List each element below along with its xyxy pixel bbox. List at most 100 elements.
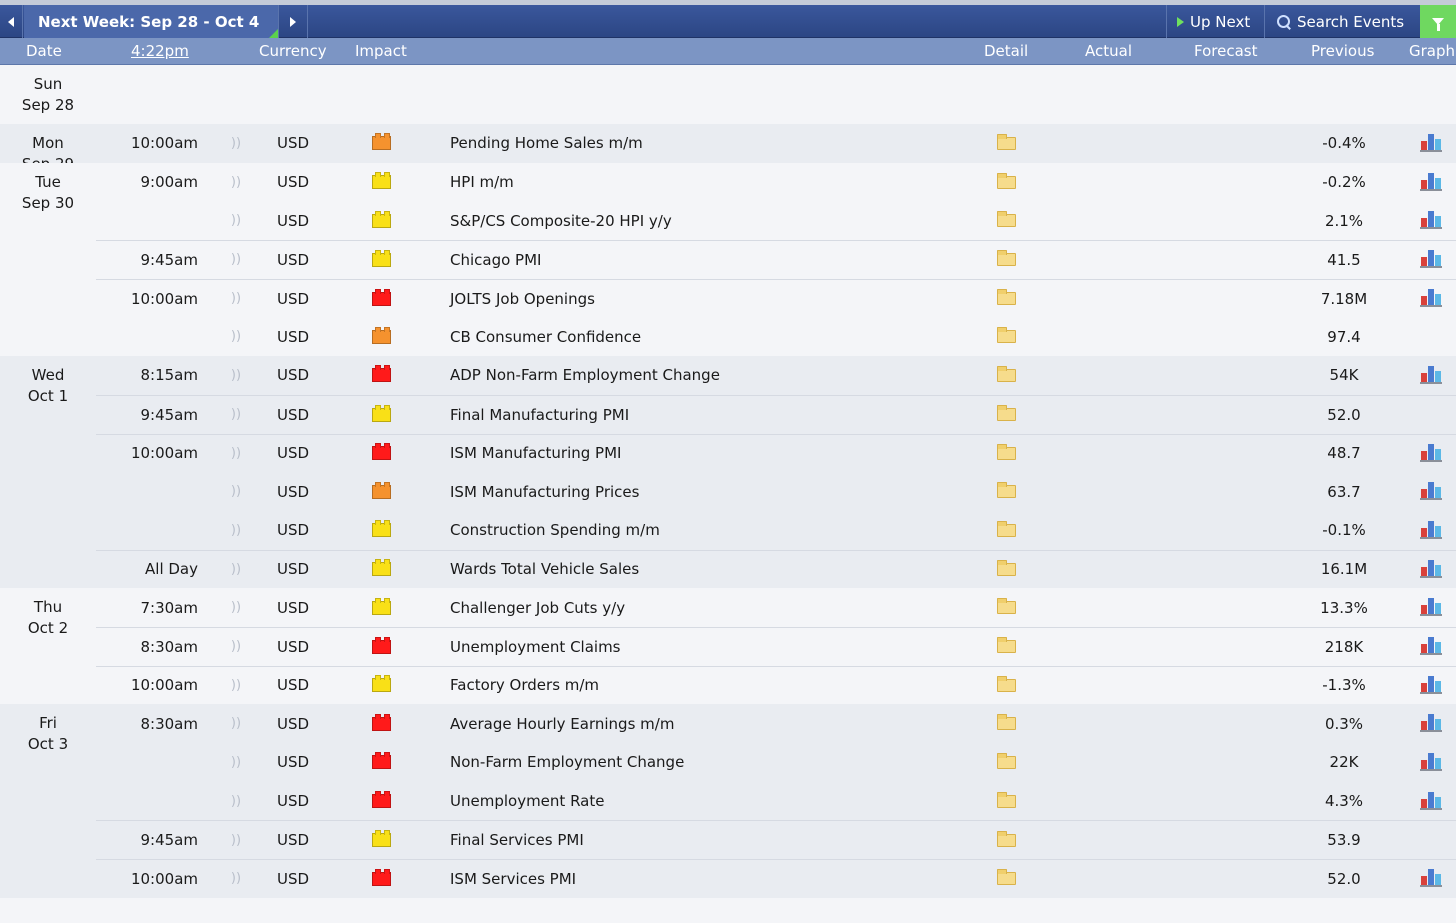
event-row[interactable]: 9:00am)) USD HPI m/m -0.2% (96, 163, 1456, 202)
graph-button[interactable] (1420, 704, 1442, 743)
event-name[interactable]: Average Hourly Earnings m/m (450, 704, 674, 743)
graph-button[interactable] (1420, 280, 1442, 318)
event-row[interactable]: All Day)) USD Wards Total Vehicle Sales 16.… (96, 549, 1456, 589)
graph-button[interactable] (1420, 241, 1442, 279)
detail-button[interactable] (995, 704, 1017, 743)
sound-alert-icon[interactable]: )) (229, 511, 243, 550)
detail-button[interactable] (995, 588, 1017, 627)
sound-alert-icon[interactable]: )) (229, 472, 243, 511)
event-row[interactable]: )) USD Unemployment Rate 4.3% (96, 782, 1456, 821)
previous-week-button[interactable] (0, 5, 23, 38)
sound-alert-icon[interactable]: )) (229, 860, 243, 898)
graph-button[interactable] (1420, 628, 1442, 666)
sound-alert-icon[interactable]: )) (229, 435, 243, 473)
event-row[interactable]: 10:00am)) USD ISM Services PMI 52.0 (96, 859, 1456, 898)
event-name[interactable]: Wards Total Vehicle Sales (450, 551, 639, 589)
sound-alert-icon[interactable]: )) (229, 356, 243, 395)
sound-alert-icon[interactable]: )) (229, 280, 243, 318)
detail-button[interactable] (995, 317, 1017, 356)
sound-alert-icon[interactable]: )) (229, 821, 243, 859)
event-name[interactable]: Unemployment Rate (450, 782, 604, 821)
sound-alert-icon[interactable]: )) (229, 704, 243, 743)
detail-button[interactable] (995, 163, 1017, 202)
search-events-button[interactable]: Search Events (1264, 5, 1420, 38)
event-row[interactable]: )) USD CB Consumer Confidence 97.4 (96, 317, 1456, 356)
event-name[interactable]: HPI m/m (450, 163, 514, 202)
event-row[interactable]: 10:00am)) USD Pending Home Sales m/m -0.4% (96, 124, 1456, 163)
detail-button[interactable] (995, 396, 1017, 434)
event-name[interactable]: ISM Services PMI (450, 860, 576, 898)
event-name[interactable]: Final Manufacturing PMI (450, 396, 629, 434)
event-name[interactable]: JOLTS Job Openings (450, 280, 595, 318)
sound-alert-icon[interactable]: )) (229, 743, 243, 782)
sound-alert-icon[interactable]: )) (229, 667, 243, 705)
sound-alert-icon[interactable]: )) (229, 628, 243, 666)
event-name[interactable]: Pending Home Sales m/m (450, 124, 643, 163)
detail-button[interactable] (995, 241, 1017, 279)
detail-button[interactable] (995, 201, 1017, 240)
detail-button[interactable] (995, 280, 1017, 318)
sound-alert-icon[interactable]: )) (229, 551, 243, 589)
detail-button[interactable] (995, 551, 1017, 589)
filter-button[interactable] (1420, 5, 1456, 38)
graph-button[interactable] (1420, 667, 1442, 705)
event-name[interactable]: Chicago PMI (450, 241, 541, 279)
event-name[interactable]: Construction Spending m/m (450, 511, 660, 550)
up-next-button[interactable]: Up Next (1166, 5, 1264, 38)
detail-button[interactable] (995, 472, 1017, 511)
event-row[interactable]: )) USD S&P/CS Composite-20 HPI y/y 2.1% (96, 201, 1456, 240)
header-current-time-link[interactable]: 4:22pm (131, 42, 189, 60)
graph-button[interactable] (1420, 588, 1442, 627)
sound-alert-icon[interactable]: )) (229, 241, 243, 279)
next-week-button[interactable] (278, 5, 308, 38)
sound-alert-icon[interactable]: )) (229, 588, 243, 627)
detail-button[interactable] (995, 821, 1017, 859)
detail-button[interactable] (995, 667, 1017, 705)
graph-button[interactable] (1420, 163, 1442, 202)
event-row[interactable]: 8:30am)) USD Unemployment Claims 218K (96, 626, 1456, 666)
event-row[interactable]: 10:00am)) USD ISM Manufacturing PMI 48.7 (96, 433, 1456, 473)
event-name[interactable]: Factory Orders m/m (450, 667, 599, 705)
event-name[interactable]: ADP Non-Farm Employment Change (450, 356, 720, 395)
event-row[interactable]: 10:00am)) USD Factory Orders m/m -1.3% (96, 665, 1456, 705)
event-row[interactable]: 9:45am)) USD Final Services PMI 53.9 (96, 820, 1456, 859)
detail-button[interactable] (995, 628, 1017, 666)
graph-button[interactable] (1420, 743, 1442, 782)
graph-button[interactable] (1420, 201, 1442, 240)
event-name[interactable]: Final Services PMI (450, 821, 584, 859)
detail-button[interactable] (995, 124, 1017, 163)
sound-alert-icon[interactable]: )) (229, 396, 243, 434)
graph-button[interactable] (1420, 860, 1442, 898)
event-row[interactable]: 8:15am)) USD ADP Non-Farm Employment Chang… (96, 356, 1456, 395)
graph-button[interactable] (1420, 356, 1442, 395)
graph-button[interactable] (1420, 472, 1442, 511)
sound-alert-icon[interactable]: )) (229, 163, 243, 202)
graph-button[interactable] (1420, 782, 1442, 821)
event-name[interactable]: Unemployment Claims (450, 628, 621, 666)
graph-button[interactable] (1420, 124, 1442, 163)
detail-button[interactable] (995, 435, 1017, 473)
graph-button[interactable] (1420, 435, 1442, 473)
event-name[interactable]: Challenger Job Cuts y/y (450, 588, 625, 627)
sound-alert-icon[interactable]: )) (229, 201, 243, 240)
event-name[interactable]: ISM Manufacturing PMI (450, 435, 621, 473)
sound-alert-icon[interactable]: )) (229, 124, 243, 163)
sound-alert-icon[interactable]: )) (229, 317, 243, 356)
event-name[interactable]: Non-Farm Employment Change (450, 743, 684, 782)
sound-alert-icon[interactable]: )) (229, 782, 243, 821)
event-name[interactable]: ISM Manufacturing Prices (450, 472, 639, 511)
detail-button[interactable] (995, 511, 1017, 550)
event-name[interactable]: CB Consumer Confidence (450, 317, 641, 356)
graph-button[interactable] (1420, 551, 1442, 589)
event-row[interactable]: 9:45am)) USD Final Manufacturing PMI 52.0 (96, 394, 1456, 434)
graph-button[interactable] (1420, 511, 1442, 550)
event-name[interactable]: S&P/CS Composite-20 HPI y/y (450, 201, 672, 240)
event-row[interactable]: )) USD Non-Farm Employment Change 22K (96, 743, 1456, 782)
detail-button[interactable] (995, 356, 1017, 395)
event-row[interactable]: 7:30am)) USD Challenger Job Cuts y/y 13.3% (96, 588, 1456, 627)
detail-button[interactable] (995, 782, 1017, 821)
event-row[interactable]: 10:00am)) USD JOLTS Job Openings 7.18M (96, 278, 1456, 318)
event-row[interactable]: )) USD ISM Manufacturing Prices 63.7 (96, 472, 1456, 511)
event-row[interactable]: )) USD Construction Spending m/m -0.1% (96, 511, 1456, 550)
event-row[interactable]: 9:45am)) USD Chicago PMI 41.5 (96, 240, 1456, 279)
